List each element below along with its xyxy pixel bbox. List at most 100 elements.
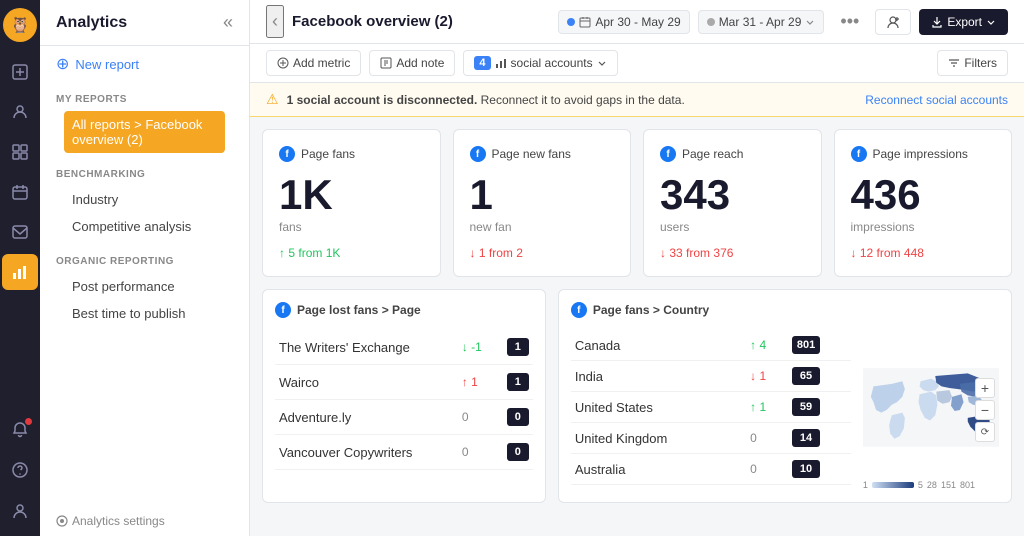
country-fans-title: Page fans > Country [593, 303, 709, 317]
zoom-out-button[interactable]: − [975, 400, 995, 420]
country-row: Australia 0 10 [571, 454, 851, 485]
nav-compose-icon[interactable] [2, 54, 38, 90]
metric-change-new-fans: ↓ 1 from 2 [470, 246, 615, 260]
nav-profile-icon[interactable] [2, 492, 38, 528]
more-options-button[interactable]: ••• [832, 7, 867, 36]
lost-fans-count: 1 [494, 365, 533, 400]
nav-streams-icon[interactable] [2, 94, 38, 130]
date-compare-label: Mar 31 - Apr 29 [719, 15, 802, 29]
world-map: + − ⟳ 1 5 28 151 801 [863, 330, 999, 490]
bottom-row: f Page lost fans > Page The Writers' Exc… [262, 289, 1012, 503]
lost-fans-change: 0 [458, 400, 494, 435]
change-from-new-fans: 2 [516, 246, 523, 260]
metric-value-new-fans: 1 [470, 174, 615, 216]
country-count: 801 [788, 330, 851, 361]
metric-label-new-fans: new fan [470, 220, 615, 234]
change-from-fans: 1K [326, 246, 341, 260]
lost-fans-title: Page lost fans > Page [297, 303, 421, 317]
lost-fans-count: 0 [494, 435, 533, 470]
add-profile-button[interactable] [875, 9, 911, 35]
add-note-button[interactable]: Add note [369, 50, 455, 76]
metric-title-fans: Page fans [301, 147, 355, 161]
country-name: Australia [571, 454, 746, 485]
country-fans-card: f Page fans > Country Canada ↑ 4 801 Ind… [558, 289, 1012, 503]
toolbar: Add metric Add note 4 social accounts Fi… [250, 44, 1024, 83]
nav-notifications-icon[interactable] [2, 412, 38, 448]
export-button[interactable]: Export [919, 9, 1008, 35]
metric-card-header-fans: f Page fans [279, 146, 424, 162]
calendar-icon [579, 16, 591, 28]
country-name: India [571, 361, 746, 392]
nav-calendar-icon[interactable] [2, 174, 38, 210]
social-accounts-button[interactable]: 4 social accounts [463, 50, 617, 76]
map-zoom-controls: + − ⟳ [975, 378, 995, 442]
lost-fans-count: 1 [494, 330, 533, 365]
country-count: 10 [788, 454, 851, 485]
filters-button[interactable]: Filters [937, 50, 1008, 76]
metric-value-fans: 1K [279, 174, 424, 216]
country-count: 59 [788, 392, 851, 423]
date-dot-primary [567, 18, 575, 26]
arrow-down-new-fans: ↓ [470, 246, 476, 260]
country-name: Canada [571, 330, 746, 361]
my-reports-label: MY REPORTS [56, 94, 233, 105]
export-chevron-icon [986, 17, 996, 27]
country-row: United Kingdom 0 14 [571, 423, 851, 454]
facebook-icon-lost: f [275, 302, 291, 318]
legend-min: 1 [863, 480, 868, 490]
metric-value-reach: 343 [660, 174, 805, 216]
sidebar-item-facebook-overview[interactable]: All reports > Facebook overview (2) [64, 111, 225, 153]
nav-inbox-icon[interactable] [2, 214, 38, 250]
facebook-icon-new-fans: f [470, 146, 486, 162]
sidebar-item-competitive-analysis[interactable]: Competitive analysis [56, 213, 233, 240]
change-from-reach: 376 [713, 246, 733, 260]
content-area: f Page fans 1K fans ↑ 5 from 1K f Page n… [250, 117, 1024, 536]
analytics-settings-link[interactable]: Analytics settings [40, 506, 249, 536]
date-primary-label: Apr 30 - May 29 [595, 15, 680, 29]
country-change: 0 [746, 423, 788, 454]
legend-mid3: 151 [941, 480, 956, 490]
country-fans-header: f Page fans > Country [571, 302, 999, 318]
zoom-in-button[interactable]: + [975, 378, 995, 398]
metrics-row: f Page fans 1K fans ↑ 5 from 1K f Page n… [262, 129, 1012, 277]
date-picker-compare[interactable]: Mar 31 - Apr 29 [698, 10, 825, 34]
alert-text: 1 social account is disconnected. Reconn… [287, 93, 858, 107]
nav-analytics-icon[interactable] [2, 254, 38, 290]
add-metric-button[interactable]: Add metric [266, 50, 361, 76]
arrow-down-reach: ↓ [660, 246, 666, 260]
sidebar-collapse-button[interactable]: « [223, 12, 233, 33]
sidebar-section-my-reports: MY REPORTS All reports > Facebook overvi… [40, 82, 249, 157]
lost-fans-table: The Writers' Exchange ↓ -1 1 Wairco ↑ 1 … [275, 330, 533, 470]
legend-mid2: 28 [927, 480, 937, 490]
alert-sub-text: Reconnect it to avoid gaps in the data. [481, 93, 685, 107]
metric-card-reach: f Page reach 343 users ↓ 33 from 376 [643, 129, 822, 277]
country-change: ↑ 4 [746, 330, 788, 361]
new-report-button[interactable]: ⊕ New report [40, 46, 249, 82]
page-title: Facebook overview (2) [292, 13, 550, 30]
metric-card-page-fans: f Page fans 1K fans ↑ 5 from 1K [262, 129, 441, 277]
metric-card-impressions: f Page impressions 436 impressions ↓ 12 … [834, 129, 1013, 277]
legend-max: 801 [960, 480, 975, 490]
metric-title-reach: Page reach [682, 147, 743, 161]
lost-fans-row: Wairco ↑ 1 1 [275, 365, 533, 400]
filter-icon [948, 57, 960, 69]
country-table-wrap: Canada ↑ 4 801 India ↓ 1 65 United State… [571, 330, 851, 490]
back-button[interactable]: ‹ [266, 5, 284, 38]
zoom-reset-button[interactable]: ⟳ [975, 422, 995, 442]
map-legend: 1 5 28 151 801 [863, 480, 975, 490]
lost-fans-name: Adventure.ly [275, 400, 458, 435]
new-report-plus-icon: ⊕ [56, 54, 69, 74]
app-logo[interactable]: 🦉 [3, 8, 37, 42]
metric-change-fans: ↑ 5 from 1K [279, 246, 424, 260]
sidebar-item-industry[interactable]: Industry [56, 186, 233, 213]
lost-fans-row: Adventure.ly 0 0 [275, 400, 533, 435]
date-picker-primary[interactable]: Apr 30 - May 29 [558, 10, 689, 34]
nav-help-icon[interactable] [2, 452, 38, 488]
lost-fans-change: 0 [458, 435, 494, 470]
nav-grid-icon[interactable] [2, 134, 38, 170]
reconnect-link[interactable]: Reconnect social accounts [865, 93, 1008, 107]
lost-fans-change: ↑ 1 [458, 365, 494, 400]
metric-title-new-fans: Page new fans [492, 147, 571, 161]
sidebar-item-best-time[interactable]: Best time to publish [56, 300, 233, 327]
sidebar-item-post-performance[interactable]: Post performance [56, 273, 233, 300]
